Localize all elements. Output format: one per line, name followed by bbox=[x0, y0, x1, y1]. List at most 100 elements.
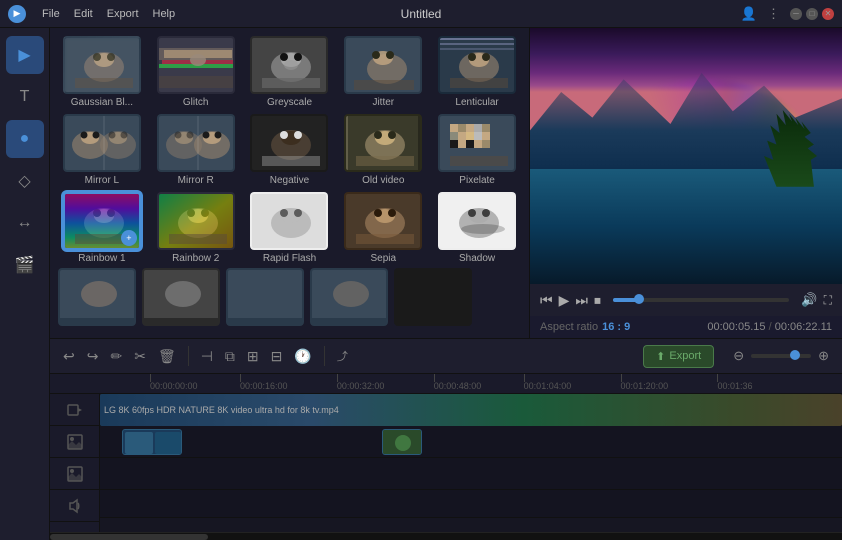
track-area[interactable]: LG 8K 60fps HDR NATURE 8K video ultra hd… bbox=[100, 394, 842, 532]
title-bar: ▶ File Edit Export Help Untitled 👤 ⋮ ─ □… bbox=[0, 0, 842, 28]
play-forward-btn[interactable]: ⏭ bbox=[575, 292, 588, 309]
filter-greyscale[interactable]: Greyscale bbox=[246, 36, 334, 108]
top-section: Gaussian Bl... Glitch Grey bbox=[50, 28, 842, 338]
filter-more-3[interactable] bbox=[226, 268, 304, 326]
tool-filter[interactable]: ● bbox=[6, 120, 44, 158]
more-icon[interactable]: ⋮ bbox=[767, 6, 780, 22]
preview-controls: ⏮ ▶ ⏭ ⏹ 🔊 ⛶ bbox=[530, 284, 842, 316]
play-btn[interactable]: ▶ bbox=[559, 292, 570, 309]
tool-text[interactable]: T bbox=[6, 78, 44, 116]
window-title: Untitled bbox=[401, 7, 442, 21]
close-button[interactable]: ✕ bbox=[822, 8, 834, 20]
ruler-mark-1: 00:00:16:00 bbox=[240, 374, 288, 393]
sub-track-1 bbox=[100, 426, 842, 458]
filter-jitter[interactable]: Jitter bbox=[339, 36, 427, 108]
stop-btn[interactable]: ⏹ bbox=[594, 292, 601, 309]
zoom-slider[interactable] bbox=[751, 354, 811, 358]
filter-more-5[interactable] bbox=[394, 268, 472, 326]
cut-btn[interactable]: ✂ bbox=[131, 345, 149, 368]
menu-export[interactable]: Export bbox=[107, 8, 139, 20]
content-area: Gaussian Bl... Glitch Grey bbox=[50, 28, 842, 540]
clip-label: LG 8K 60fps HDR NATURE 8K video ultra hd… bbox=[100, 405, 842, 415]
ruler-mark-0: 00:00:00:00 bbox=[150, 374, 198, 393]
preview-video bbox=[530, 28, 842, 284]
timeline-ruler: 00:00:00:00 00:00:16:00 00:00:32:00 00:0… bbox=[50, 374, 842, 394]
filter-shadow[interactable]: Shadow bbox=[433, 192, 521, 264]
zoom-controls: ⊖ ⊕ bbox=[730, 345, 832, 367]
track-labels bbox=[50, 394, 100, 532]
sub-track-3 bbox=[100, 490, 842, 518]
delete-btn[interactable]: 🗑 bbox=[155, 345, 179, 368]
fullscreen-btn[interactable]: ⛶ bbox=[824, 293, 832, 308]
share-icon: ⤴ bbox=[334, 345, 351, 367]
left-toolbar: ▶ T ● ◇ ↔ 🎬 bbox=[0, 28, 50, 540]
redo-btn[interactable]: ↪ bbox=[84, 345, 102, 368]
fit-btn[interactable]: ⊞ bbox=[244, 345, 262, 368]
main-video-track: LG 8K 60fps HDR NATURE 8K video ultra hd… bbox=[100, 394, 842, 426]
filter-glitch[interactable]: Glitch bbox=[152, 36, 240, 108]
filter-mirror-r[interactable]: Mirror R bbox=[152, 114, 240, 186]
clip-img-1[interactable] bbox=[122, 429, 182, 455]
edit-btn[interactable]: ✏ bbox=[107, 345, 125, 368]
scrollbar-thumb[interactable] bbox=[50, 534, 208, 540]
tool-audio[interactable]: 🎬 bbox=[6, 246, 44, 284]
zoom-in-btn[interactable]: ⊕ bbox=[815, 345, 832, 367]
filter-rainbow-1[interactable]: + Rainbow 1 bbox=[58, 192, 146, 264]
horizontal-scrollbar[interactable] bbox=[50, 532, 842, 540]
track-label-audio bbox=[50, 490, 99, 522]
sub-track-2 bbox=[100, 458, 842, 490]
filter-pixelate[interactable]: Pixelate bbox=[433, 114, 521, 186]
filter-more-2[interactable] bbox=[142, 268, 220, 326]
filter-mirror-l[interactable]: Mirror L bbox=[58, 114, 146, 186]
zoom-out-btn[interactable]: ⊖ bbox=[730, 345, 747, 367]
zoom-handle bbox=[790, 350, 800, 360]
split-btn[interactable]: ⊣ bbox=[198, 345, 216, 368]
timeline-toolbar: ↩ ↪ ✏ ✂ 🗑 ⊣ ⧉ ⊞ ⊟ 🕐 ⤴ ⬆ Export ⊖ bbox=[50, 338, 842, 374]
maximize-button[interactable]: □ bbox=[806, 8, 818, 20]
track-label-img2 bbox=[50, 458, 99, 490]
tool-transition[interactable]: ↔ bbox=[6, 204, 44, 242]
user-icon[interactable]: 👤 bbox=[741, 6, 757, 22]
export-button[interactable]: ⬆ Export bbox=[643, 345, 714, 368]
tool-media[interactable]: ▶ bbox=[6, 36, 44, 74]
preview-info: Aspect ratio 16 : 9 00:00:05.15 / 00:06:… bbox=[530, 316, 842, 338]
undo-btn[interactable]: ↩ bbox=[60, 345, 78, 368]
filter-gaussian-blur[interactable]: Gaussian Bl... bbox=[58, 36, 146, 108]
filter-negative[interactable]: Negative bbox=[246, 114, 334, 186]
history-btn[interactable]: 🕐 bbox=[291, 345, 314, 368]
filter-more-1[interactable] bbox=[58, 268, 136, 326]
window-controls: 👤 ⋮ ─ □ ✕ bbox=[741, 6, 834, 22]
playback-progress[interactable] bbox=[613, 298, 789, 302]
ruler-mark-5: 00:01:20:00 bbox=[621, 374, 669, 393]
track-label-video bbox=[50, 394, 99, 426]
clip-img-2[interactable] bbox=[382, 429, 422, 455]
minimize-button[interactable]: ─ bbox=[790, 8, 802, 20]
aspect-ratio: Aspect ratio 16 : 9 bbox=[540, 321, 630, 333]
filter-lenticular[interactable]: Lenticular bbox=[433, 36, 521, 108]
filter-grid: Gaussian Bl... Glitch Grey bbox=[58, 36, 521, 264]
filter-more-row bbox=[58, 264, 521, 326]
time-display: 00:00:05.15 / 00:06:22.11 bbox=[707, 321, 832, 333]
menu-file[interactable]: File bbox=[42, 8, 60, 20]
tool-overlay[interactable]: ◇ bbox=[6, 162, 44, 200]
menu-help[interactable]: Help bbox=[153, 8, 176, 20]
snap-btn[interactable]: ⊟ bbox=[268, 345, 286, 368]
ruler-mark-6: 00:01:36 bbox=[717, 374, 752, 393]
filter-more-4[interactable] bbox=[310, 268, 388, 326]
copy-btn[interactable]: ⧉ bbox=[222, 345, 238, 368]
filter-rainbow-2[interactable]: Rainbow 2 bbox=[152, 192, 240, 264]
main-video-clip[interactable]: LG 8K 60fps HDR NATURE 8K video ultra hd… bbox=[100, 394, 842, 426]
filter-sepia[interactable]: Sepia bbox=[339, 192, 427, 264]
app-logo: ▶ bbox=[8, 5, 26, 23]
menu-bar: File Edit Export Help bbox=[42, 8, 175, 20]
filter-rapid-flash[interactable]: Rapid Flash bbox=[246, 192, 334, 264]
preview-scene bbox=[530, 28, 842, 284]
ruler-marks: 00:00:00:00 00:00:16:00 00:00:32:00 00:0… bbox=[150, 374, 842, 393]
volume-btn[interactable]: 🔊 bbox=[801, 292, 817, 308]
ruler-mark-2: 00:00:32:00 bbox=[337, 374, 385, 393]
separator-2 bbox=[324, 346, 325, 366]
menu-edit[interactable]: Edit bbox=[74, 8, 93, 20]
progress-handle[interactable] bbox=[634, 294, 644, 304]
play-back-btn[interactable]: ⏮ bbox=[540, 292, 553, 309]
filter-old-video[interactable]: Old video bbox=[339, 114, 427, 186]
